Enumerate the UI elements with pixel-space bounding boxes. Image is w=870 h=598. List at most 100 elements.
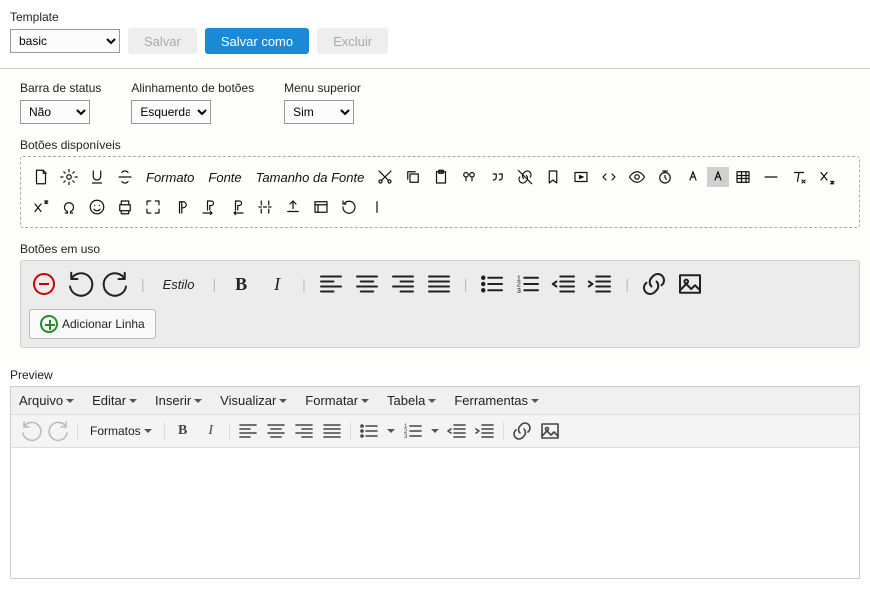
strikethrough-icon[interactable] [111, 165, 139, 189]
caret-icon [361, 399, 369, 403]
tb-link-icon[interactable] [510, 419, 534, 443]
redo-icon[interactable] [101, 269, 131, 299]
image-icon[interactable] [675, 269, 705, 299]
pagebreak-icon[interactable] [251, 195, 279, 219]
preview-icon[interactable] [623, 165, 651, 189]
clear-format-icon[interactable] [785, 165, 813, 189]
bold-icon[interactable]: B [226, 269, 256, 299]
outdent-icon[interactable] [549, 269, 579, 299]
clock-icon[interactable] [651, 165, 679, 189]
font-text[interactable]: Fonte [201, 165, 248, 189]
svg-text:3: 3 [517, 286, 521, 295]
caret-icon [144, 429, 152, 433]
tb-bold-icon[interactable]: B [171, 419, 195, 443]
menu-visualizar[interactable]: Visualizar [220, 393, 287, 408]
save-button: Salvar [128, 28, 197, 54]
fullscreen-icon[interactable] [139, 195, 167, 219]
tb-italic-icon[interactable]: I [199, 419, 223, 443]
tb-align-left-icon[interactable] [236, 419, 260, 443]
top-menu-select[interactable]: Sim [284, 100, 354, 124]
hr-icon[interactable] [757, 165, 785, 189]
available-buttons-area[interactable]: Formato Fonte Tamanho da Fonte [20, 156, 860, 228]
status-bar-label: Barra de status [20, 81, 101, 95]
add-row-button[interactable]: Adicionar Linha [29, 309, 156, 339]
delete-button: Excluir [317, 28, 388, 54]
emoji-icon[interactable] [83, 195, 111, 219]
restore-icon[interactable] [335, 195, 363, 219]
status-bar-select[interactable]: Não [20, 100, 90, 124]
button-align-select[interactable]: Esquerda [131, 100, 211, 124]
superscript-icon[interactable] [27, 195, 55, 219]
template-icon[interactable] [307, 195, 335, 219]
text-color-icon[interactable] [679, 165, 707, 189]
print-icon[interactable] [111, 195, 139, 219]
italic-icon[interactable]: I [262, 269, 292, 299]
template-select[interactable]: basic [10, 29, 120, 53]
tb-undo-icon[interactable] [19, 419, 43, 443]
indent-icon[interactable] [585, 269, 615, 299]
code-icon[interactable] [595, 165, 623, 189]
undo-icon[interactable] [65, 269, 95, 299]
template-label: Template [10, 10, 860, 24]
new-file-icon[interactable] [27, 165, 55, 189]
tb-align-justify-icon[interactable] [320, 419, 344, 443]
caret-icon [531, 399, 539, 403]
align-justify-icon[interactable] [424, 269, 454, 299]
background-color-icon[interactable] [707, 167, 729, 187]
tb-image-icon[interactable] [538, 419, 562, 443]
ltr-icon[interactable] [195, 195, 223, 219]
subscript-icon[interactable] [813, 165, 841, 189]
gear-icon[interactable] [55, 165, 83, 189]
tb-numbered-caret[interactable] [429, 419, 441, 443]
available-buttons-label: Botões disponíveis [20, 138, 860, 152]
special-char-icon[interactable] [55, 195, 83, 219]
separator-icon[interactable] [363, 195, 391, 219]
bookmark-icon[interactable] [539, 165, 567, 189]
menu-inserir[interactable]: Inserir [155, 393, 202, 408]
align-right-icon[interactable] [388, 269, 418, 299]
tb-redo-icon[interactable] [47, 419, 71, 443]
numbered-list-icon[interactable]: 123 [513, 269, 543, 299]
find-icon[interactable] [455, 165, 483, 189]
quote-icon[interactable] [483, 165, 511, 189]
save-as-button[interactable]: Salvar como [205, 28, 309, 54]
font-size-text[interactable]: Tamanho da Fonte [249, 165, 372, 189]
caret-icon [129, 399, 137, 403]
svg-text:3: 3 [404, 434, 408, 440]
style-select[interactable]: Estilo [155, 269, 203, 299]
tb-numbered-list-icon[interactable]: 123 [401, 419, 425, 443]
tb-align-center-icon[interactable] [264, 419, 288, 443]
table-icon[interactable] [729, 165, 757, 189]
tb-outdent-icon[interactable] [445, 419, 469, 443]
cut-icon[interactable] [371, 165, 399, 189]
unlink-icon[interactable] [511, 165, 539, 189]
add-row-label: Adicionar Linha [62, 317, 145, 331]
in-use-area[interactable]: | Estilo | B I | | 123 | Adicionar Linha [20, 260, 860, 348]
format-text[interactable]: Formato [139, 165, 201, 189]
remove-row-button[interactable] [29, 269, 59, 299]
menu-tabela[interactable]: Tabela [387, 393, 436, 408]
align-center-icon[interactable] [352, 269, 382, 299]
menu-editar[interactable]: Editar [92, 393, 137, 408]
caret-icon [194, 399, 202, 403]
bullet-list-icon[interactable] [477, 269, 507, 299]
copy-icon[interactable] [399, 165, 427, 189]
tb-formats[interactable]: Formatos [84, 424, 158, 438]
upload-icon[interactable] [279, 195, 307, 219]
preview-canvas[interactable] [11, 448, 859, 578]
tb-bullet-list-icon[interactable] [357, 419, 381, 443]
tb-bullet-caret[interactable] [385, 419, 397, 443]
align-left-icon[interactable] [316, 269, 346, 299]
show-invisible-icon[interactable] [167, 195, 195, 219]
menu-arquivo[interactable]: Arquivo [19, 393, 74, 408]
underline-icon[interactable] [83, 165, 111, 189]
caret-icon [279, 399, 287, 403]
link-icon[interactable] [639, 269, 669, 299]
menu-ferramentas[interactable]: Ferramentas [454, 393, 539, 408]
paste-icon[interactable] [427, 165, 455, 189]
tb-indent-icon[interactable] [473, 419, 497, 443]
rtl-icon[interactable] [223, 195, 251, 219]
tb-align-right-icon[interactable] [292, 419, 316, 443]
media-icon[interactable] [567, 165, 595, 189]
menu-formatar[interactable]: Formatar [305, 393, 369, 408]
